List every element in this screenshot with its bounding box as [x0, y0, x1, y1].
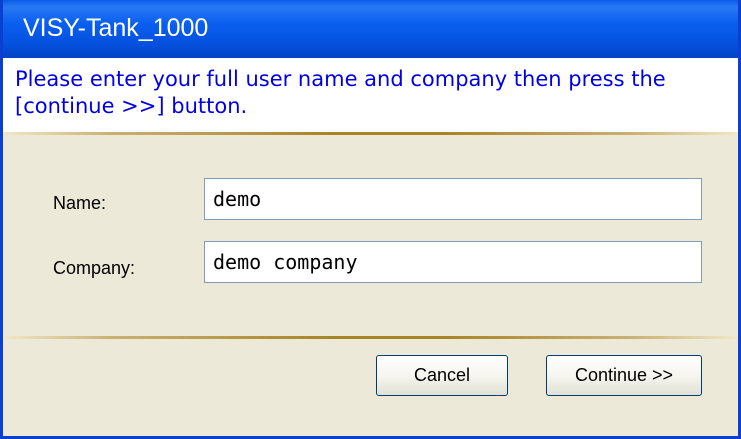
company-label: Company:	[53, 258, 136, 278]
top-divider	[3, 132, 738, 135]
title-bar[interactable]: VISY-Tank_1000	[3, 0, 738, 58]
company-input[interactable]	[204, 241, 702, 283]
dialog-window: VISY-Tank_1000 Please enter your full us…	[0, 0, 741, 439]
name-label: Name:	[53, 193, 107, 213]
instruction-panel: Please enter your full user name and com…	[3, 58, 738, 132]
name-input[interactable]	[204, 178, 702, 220]
instruction-text: Please enter your full user name and com…	[15, 67, 666, 118]
window-title: VISY-Tank_1000	[23, 14, 209, 42]
continue-button[interactable]: Continue >>	[546, 355, 702, 396]
bottom-divider	[3, 336, 738, 339]
cancel-button[interactable]: Cancel	[376, 355, 508, 396]
